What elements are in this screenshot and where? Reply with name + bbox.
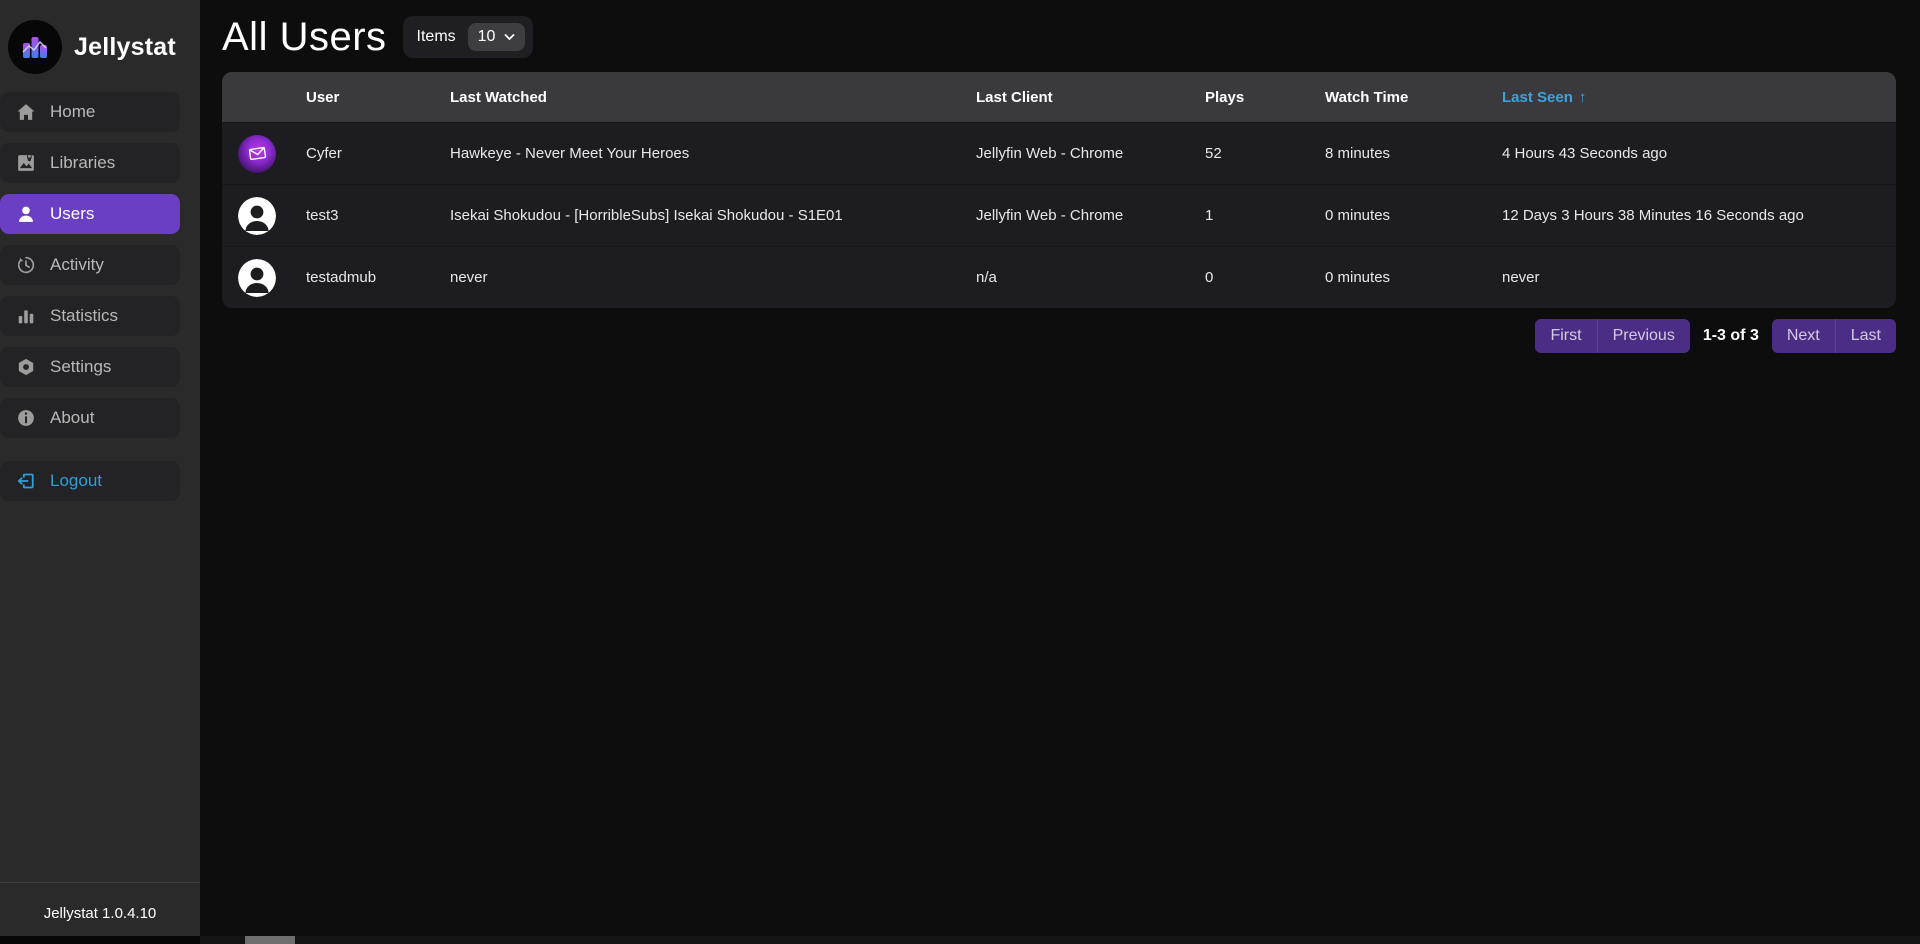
sort-ascending-icon: ↑ <box>1578 88 1587 106</box>
app-version: Jellystat 1.0.4.10 <box>0 882 200 936</box>
cell-avatar <box>238 196 306 235</box>
column-header-last-watched[interactable]: Last Watched <box>450 89 976 106</box>
last-page-button[interactable]: Last <box>1834 319 1896 353</box>
default-user-avatar-icon <box>238 258 276 297</box>
sidebar-item-label: About <box>50 408 95 427</box>
sidebar-item-label: Libraries <box>50 153 116 172</box>
column-header-label: Last Seen <box>1502 88 1573 106</box>
cell-plays: 1 <box>1205 207 1214 224</box>
chevron-down-icon <box>504 28 515 46</box>
cell-last-seen: 4 Hours 43 Seconds ago <box>1502 145 1668 162</box>
sidebar-item-logout[interactable]: Logout <box>0 461 180 501</box>
jellystat-logo-icon <box>8 20 62 74</box>
cell-last-client: Jellyfin Web - Chrome <box>976 207 1124 224</box>
home-icon <box>16 103 35 122</box>
sidebar-item-about[interactable]: About <box>0 398 180 438</box>
pagination-range: 1-3 of 3 <box>1702 327 1759 344</box>
items-per-page-value: 10 <box>477 28 496 45</box>
table-row[interactable]: testadmub never n/a 0 0 minutes never <box>222 246 1896 308</box>
sidebar-item-users[interactable]: Users <box>0 194 180 234</box>
items-per-page-control: Items 10 <box>402 16 534 58</box>
sidebar-item-activity[interactable]: Activity <box>0 245 180 285</box>
sidebar-item-statistics[interactable]: Statistics <box>0 296 180 336</box>
history-clock-icon <box>16 256 35 275</box>
app-logo[interactable]: Jellystat <box>0 0 200 92</box>
page-header: All Users Items 10 <box>222 10 1896 64</box>
sidebar-item-label: Logout <box>50 471 102 490</box>
sidebar-nav: Home Libraries Users Activity Statistics… <box>0 92 200 512</box>
cell-watch-time: 8 minutes <box>1325 145 1391 162</box>
cell-user: testadmub <box>306 269 377 286</box>
pagination-back-group: First Previous <box>1535 319 1690 353</box>
column-header-user[interactable]: User <box>306 89 450 106</box>
sidebar-item-label: Settings <box>50 357 112 376</box>
first-page-button[interactable]: First <box>1535 319 1596 353</box>
cell-watch-time: 0 minutes <box>1325 207 1391 224</box>
default-user-avatar-icon <box>238 196 276 235</box>
sidebar-item-label: Home <box>50 102 96 121</box>
cell-avatar <box>238 134 306 173</box>
items-label: Items <box>416 28 456 45</box>
cell-last-seen: never <box>1502 269 1540 286</box>
table-row[interactable]: Cyfer Hawkeye - Never Meet Your Heroes J… <box>222 122 1896 184</box>
logout-icon <box>16 472 35 491</box>
cell-user: Cyfer <box>306 145 342 162</box>
pagination-forward-group: Next Last <box>1771 319 1896 353</box>
pagination: First Previous 1-3 of 3 Next Last <box>222 319 1896 353</box>
cell-user: test3 <box>306 207 339 224</box>
cell-last-client: Jellyfin Web - Chrome <box>976 145 1124 162</box>
sidebar-item-label: Statistics <box>50 306 119 325</box>
app-title: Jellystat <box>74 32 176 61</box>
horizontal-scrollbar[interactable] <box>0 936 1920 944</box>
table-header-row: User Last Watched Last Client Plays Watc… <box>222 72 1896 122</box>
cell-last-watched: Hawkeye - Never Meet Your Heroes <box>450 145 690 162</box>
nut-icon <box>16 358 35 377</box>
scrollbar-corner <box>0 936 200 944</box>
user-avatar <box>238 134 276 173</box>
cell-last-watched: never <box>450 269 488 286</box>
sidebar-item-label: Activity <box>50 255 104 274</box>
cell-last-seen: 12 Days 3 Hours 38 Minutes 16 Seconds ag… <box>1502 207 1804 224</box>
previous-page-button[interactable]: Previous <box>1596 319 1690 353</box>
cell-avatar <box>238 258 306 297</box>
column-header-watch-time[interactable]: Watch Time <box>1325 89 1502 106</box>
sidebar-item-home[interactable]: Home <box>0 92 180 132</box>
users-table: User Last Watched Last Client Plays Watc… <box>222 72 1896 308</box>
libraries-icon <box>16 154 35 173</box>
bar-chart-icon <box>16 307 35 326</box>
cell-plays: 0 <box>1205 269 1214 286</box>
column-header-last-seen[interactable]: Last Seen ↑ <box>1502 89 1896 106</box>
items-per-page-select[interactable]: 10 <box>467 23 526 51</box>
cell-watch-time: 0 minutes <box>1325 269 1391 286</box>
info-circle-icon <box>16 409 35 428</box>
sidebar-item-label: Users <box>50 204 95 223</box>
column-header-plays[interactable]: Plays <box>1205 89 1325 106</box>
cell-last-watched: Isekai Shokudou - [HorribleSubs] Isekai … <box>450 207 843 224</box>
page-title: All Users <box>222 14 387 59</box>
person-icon <box>16 205 35 224</box>
sidebar: Jellystat Home Libraries Users Activity … <box>0 0 200 944</box>
cell-plays: 52 <box>1205 145 1222 162</box>
main-content: All Users Items 10 User Last Watched Las… <box>200 0 1920 353</box>
column-header-last-client[interactable]: Last Client <box>976 89 1205 106</box>
table-row[interactable]: test3 Isekai Shokudou - [HorribleSubs] I… <box>222 184 1896 246</box>
sidebar-item-libraries[interactable]: Libraries <box>0 143 180 183</box>
sidebar-item-settings[interactable]: Settings <box>0 347 180 387</box>
cell-last-client: n/a <box>976 269 997 286</box>
next-page-button[interactable]: Next <box>1772 319 1835 353</box>
scrollbar-thumb[interactable] <box>245 936 295 944</box>
